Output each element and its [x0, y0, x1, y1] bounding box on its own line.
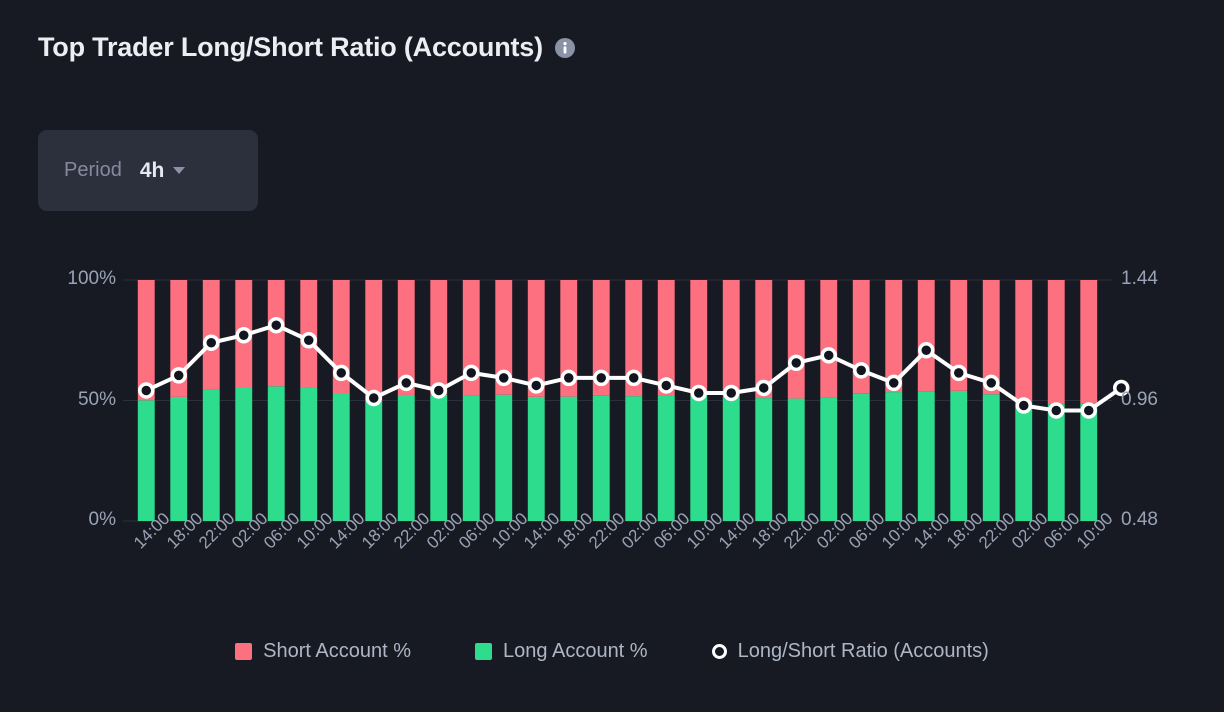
- x-axis-tick: 18:00: [552, 508, 597, 553]
- y-axis-right-tick: 0.48: [1121, 509, 1158, 530]
- x-axis-tick: 18:00: [747, 508, 792, 553]
- x-axis-tick: 06:00: [455, 508, 499, 553]
- y-axis-right-tick: 0.96: [1121, 388, 1158, 410]
- period-label: Period: [64, 159, 122, 181]
- chart-plot: [123, 279, 1130, 522]
- period-value: 4h: [139, 158, 165, 182]
- period-selector[interactable]: Period 4h: [38, 130, 258, 211]
- x-axis-tick: 22:00: [975, 508, 1019, 553]
- card-header: Top Trader Long/Short Ratio (Accounts): [38, 32, 575, 63]
- legend-item[interactable]: Long Account %: [475, 640, 648, 663]
- x-axis-tick: 10:00: [1072, 508, 1117, 553]
- legend-item[interactable]: Short Account %: [235, 640, 411, 663]
- x-axis-tick: 06:00: [260, 508, 304, 553]
- x-axis-tick: 14:00: [715, 508, 759, 553]
- x-axis-tick: 06:00: [650, 508, 694, 553]
- x-axis-tick: 06:00: [1040, 508, 1084, 553]
- x-axis-tick: 22:00: [780, 508, 824, 553]
- x-axis-tick: 14:00: [520, 508, 564, 553]
- legend-color-swatch: [475, 643, 493, 660]
- y-axis-left-tick: 50%: [77, 388, 116, 410]
- x-axis-tick: 02:00: [812, 508, 857, 553]
- legend-color-swatch: [235, 643, 253, 660]
- x-axis-tick: 18:00: [357, 508, 402, 553]
- x-axis-tick: 18:00: [162, 508, 207, 553]
- chevron-down-icon: [173, 167, 186, 174]
- info-icon[interactable]: [554, 37, 575, 58]
- x-axis-tick: 10:00: [682, 508, 727, 553]
- period-value-group[interactable]: 4h: [140, 159, 186, 183]
- x-axis-tick: 02:00: [422, 508, 467, 553]
- legend-label: Long Account %: [503, 640, 648, 662]
- x-axis-tick: 02:00: [227, 508, 272, 553]
- page-title: Top Trader Long/Short Ratio (Accounts): [38, 32, 543, 62]
- x-axis-tick: 22:00: [195, 508, 239, 553]
- x-axis-tick: 10:00: [877, 508, 922, 553]
- x-axis-tick: 14:00: [130, 508, 174, 553]
- x-axis-tick: 10:00: [487, 508, 532, 553]
- legend-label: Short Account %: [263, 640, 412, 662]
- chart-legend: Short Account % Long Account % Long/Short …: [0, 640, 1224, 663]
- x-axis-tick: 22:00: [585, 508, 629, 553]
- x-axis-tick: 14:00: [325, 508, 369, 553]
- legend-label: Long/Short Ratio (Accounts): [737, 640, 989, 662]
- x-axis-tick: 02:00: [1007, 508, 1052, 553]
- x-axis-tick: 06:00: [845, 508, 889, 553]
- x-axis-tick: 02:00: [617, 508, 662, 553]
- x-axis-tick: 18:00: [942, 508, 987, 553]
- chart-card: Top Trader Long/Short Ratio (Accounts) P…: [0, 0, 1224, 712]
- y-axis-left-tick: 100%: [67, 268, 116, 289]
- x-axis-tick: 22:00: [390, 508, 434, 553]
- y-axis-left-tick: 0%: [88, 509, 116, 530]
- x-axis-tick: 14:00: [910, 508, 954, 553]
- legend-item[interactable]: Long/Short Ratio (Accounts): [711, 640, 989, 663]
- x-axis-tick: 10:00: [292, 508, 337, 553]
- y-axis-right-tick: 1.44: [1121, 268, 1158, 289]
- legend-ring-marker: [711, 644, 727, 659]
